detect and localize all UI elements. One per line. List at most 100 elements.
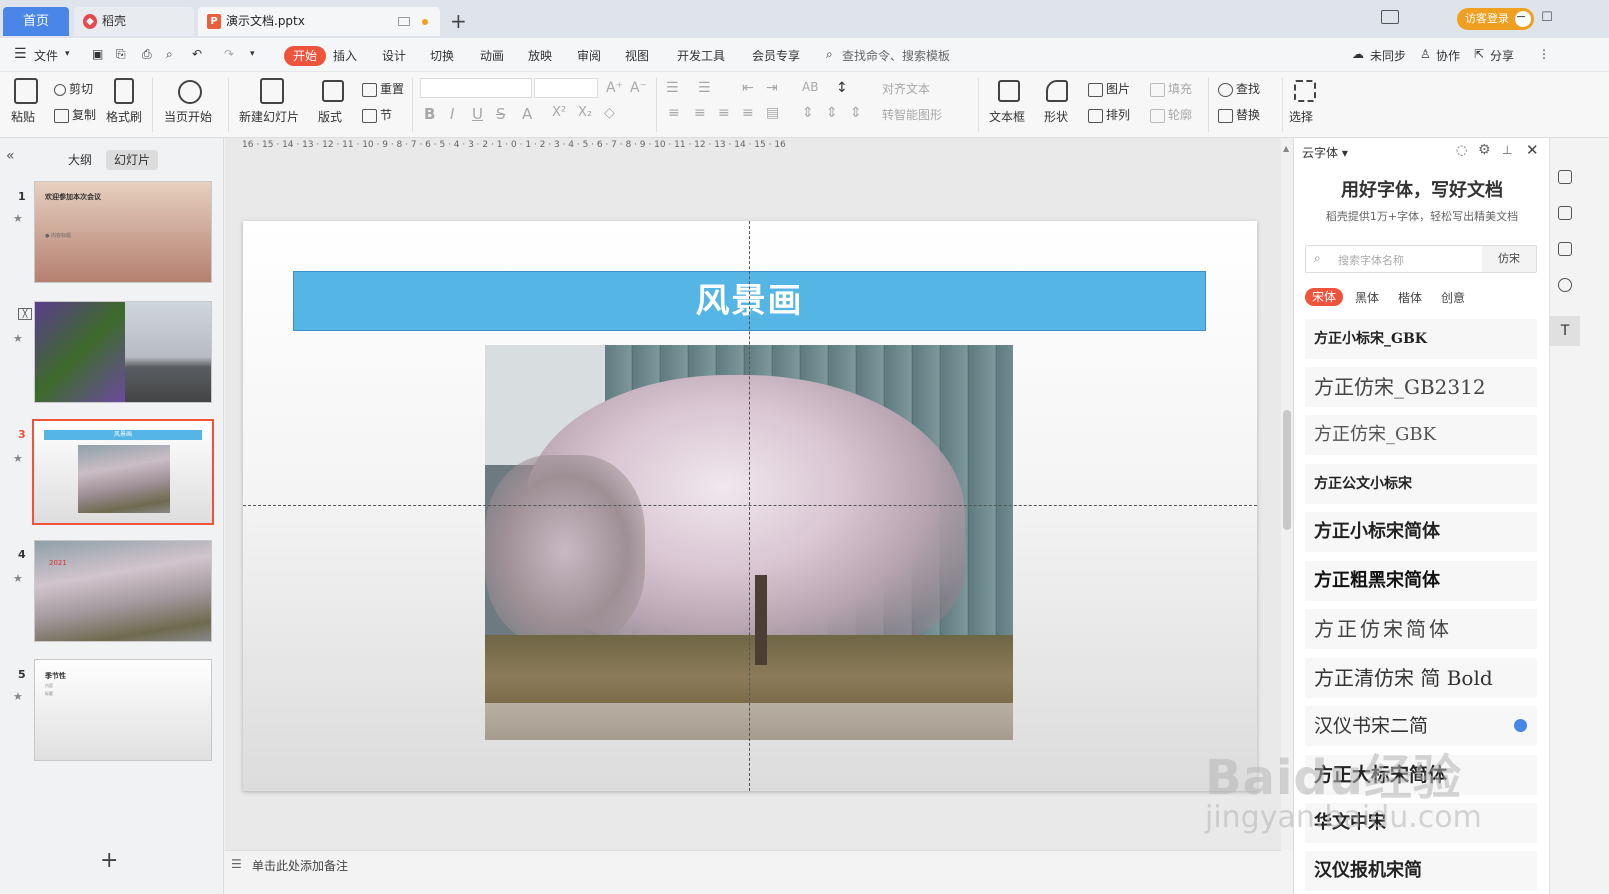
bullets-icon[interactable]: ☰ (666, 80, 679, 96)
hamburger-icon[interactable]: ☰ (14, 46, 27, 62)
outline-button[interactable]: 轮廓 (1150, 106, 1192, 123)
print-preview-icon[interactable]: ⌕ (166, 47, 173, 62)
chevron-down-icon[interactable]: ▾ (65, 49, 70, 59)
redo-icon[interactable]: ↷ (224, 47, 234, 61)
comment-icon[interactable] (1558, 242, 1572, 256)
magic-icon[interactable] (1558, 206, 1572, 220)
find-button[interactable]: 查找 (1218, 80, 1260, 97)
menu-tab-insert[interactable]: 插入 (333, 47, 357, 64)
print-icon[interactable]: ⎙ (142, 47, 152, 62)
slide-thumbnail-1[interactable]: 欢迎参加本次会议 ● 内容标题 (34, 181, 212, 283)
select-icon[interactable] (1294, 80, 1316, 102)
tab-list-icon[interactable] (1381, 10, 1399, 24)
menu-tab-member[interactable]: 会员专享 (752, 47, 800, 64)
distribute-icon[interactable]: ▤ (766, 105, 779, 121)
chat-icon[interactable]: ◌ (1456, 143, 1467, 158)
menu-tab-design[interactable]: 设计 (382, 47, 406, 64)
font-panel-icon[interactable]: T (1550, 316, 1580, 346)
slide-thumbnail-5[interactable]: 季节性 内容 标题 (34, 659, 212, 761)
save-icon[interactable]: ▣ (92, 47, 103, 61)
underline-icon[interactable]: U (472, 105, 483, 123)
menu-tab-view[interactable]: 视图 (625, 47, 649, 64)
font-item[interactable]: 方正小标宋简体 (1305, 512, 1537, 552)
search-tag[interactable]: 仿宋 (1482, 246, 1536, 272)
grow-font-icon[interactable]: A⁺ (606, 80, 623, 96)
menu-tab-review[interactable]: 审阅 (577, 47, 601, 64)
export-pdf-icon[interactable]: ⎘ (116, 47, 126, 62)
panel-header[interactable]: 云字体 ▾ (1302, 144, 1348, 161)
format-painter-button[interactable]: 格式刷 (106, 108, 142, 125)
font-item[interactable]: 方正公文小标宋 (1305, 464, 1537, 504)
align-left-icon[interactable]: ≡ (668, 105, 680, 121)
undo-icon[interactable]: ↶ (192, 47, 202, 61)
more-icon[interactable]: ⋮ (1538, 47, 1550, 61)
tab-home[interactable]: 首页 (3, 7, 69, 36)
line-spacing-icon[interactable]: ↕ (836, 80, 848, 96)
font-color-icon[interactable]: A (522, 105, 532, 123)
shape-button[interactable]: 形状 (1044, 108, 1068, 125)
align-center-icon[interactable]: ≡ (694, 105, 706, 121)
shrink-font-icon[interactable]: A⁻ (630, 80, 647, 96)
arrange-button[interactable]: 排列 (1088, 106, 1130, 123)
columns-icon[interactable]: ⇕ (802, 105, 814, 121)
section-button[interactable]: 节 (362, 106, 392, 123)
bold-icon[interactable]: B (424, 105, 435, 123)
category-songti[interactable]: 宋体 (1305, 288, 1343, 306)
paste-button[interactable]: 粘贴 (11, 108, 35, 125)
fill-button[interactable]: 填充 (1150, 80, 1192, 97)
settings-slider-icon[interactable] (1558, 170, 1572, 184)
scroll-up-icon[interactable]: ▲ (1283, 144, 1289, 153)
reset-button[interactable]: 重置 (362, 80, 404, 97)
font-search-box[interactable]: ⌕ 搜索字体名称 仿宋 (1305, 245, 1537, 273)
customize-icon[interactable]: ▾ (250, 49, 255, 59)
menu-tab-animation[interactable]: 动画 (480, 47, 504, 64)
slide-thumbnail-4[interactable]: 2021 (34, 540, 212, 642)
new-tab-button[interactable]: + (450, 9, 467, 33)
slide-thumbnail-3[interactable]: 风景画 (32, 419, 214, 525)
menu-tab-transition[interactable]: 切换 (430, 47, 454, 64)
clear-format-icon[interactable]: ◇ (604, 105, 615, 121)
menu-tab-developer[interactable]: 开发工具 (677, 47, 725, 64)
paste-icon[interactable] (14, 78, 38, 104)
italic-icon[interactable]: I (450, 105, 454, 123)
add-slide-button[interactable]: + (100, 848, 118, 873)
font-item[interactable]: 方正小标宋_GBK (1305, 319, 1537, 359)
strikethrough-icon[interactable]: S (496, 105, 506, 123)
slide-thumbnail-2[interactable] (34, 301, 212, 403)
command-search-input[interactable]: 查找命令、搜索模板 (842, 47, 950, 64)
format-painter-icon[interactable] (114, 78, 134, 104)
picture-button[interactable]: 图片 (1088, 80, 1130, 97)
font-item[interactable]: 汉仪报机宋简 (1305, 851, 1537, 891)
maximize-icon[interactable]: ☐ (1538, 9, 1556, 27)
help-icon[interactable] (1558, 278, 1572, 292)
font-item[interactable]: 方正粗黑宋简体 (1305, 561, 1537, 601)
justify-icon[interactable]: ≡ (742, 105, 754, 121)
font-item[interactable]: 方正仿宋_GBK (1305, 415, 1537, 455)
new-slide-button[interactable]: 新建幻灯片 (239, 108, 299, 125)
textbox-icon[interactable] (998, 80, 1020, 102)
select-button[interactable]: 选择 (1289, 108, 1313, 125)
numbering-icon[interactable]: ☰ (698, 80, 711, 96)
collaborate-button[interactable]: 协作 (1436, 47, 1460, 64)
indent-decrease-icon[interactable]: ⇤ (742, 80, 754, 96)
font-item[interactable]: 方正仿宋_GB2312 (1305, 367, 1537, 407)
font-size-select[interactable] (534, 78, 598, 98)
menu-tab-slideshow[interactable]: 放映 (528, 47, 552, 64)
textbox-button[interactable]: 文本框 (989, 108, 1025, 125)
new-slide-icon[interactable] (260, 78, 284, 104)
share-button[interactable]: 分享 (1490, 47, 1514, 64)
menu-tab-home[interactable]: 开始 (284, 46, 326, 66)
font-family-select[interactable] (420, 78, 532, 98)
category-heiti[interactable]: 黑体 (1355, 289, 1379, 306)
line-spacing-small-icon[interactable]: ⇕ (850, 105, 862, 121)
align-text-button[interactable]: 对齐文本 (882, 80, 930, 97)
font-search-input[interactable]: 搜索字体名称 (1338, 252, 1404, 268)
play-from-current-button[interactable]: 当页开始 (164, 108, 212, 125)
layout-button[interactable]: 版式 (318, 108, 342, 125)
shape-icon[interactable] (1046, 80, 1068, 102)
pin-icon[interactable]: ⊥ (1502, 143, 1512, 157)
copy-button[interactable]: 复制 (54, 106, 96, 123)
category-creative[interactable]: 创意 (1441, 289, 1465, 306)
align-right-icon[interactable]: ≡ (718, 105, 730, 121)
collapse-panel-icon[interactable]: « (6, 148, 15, 164)
